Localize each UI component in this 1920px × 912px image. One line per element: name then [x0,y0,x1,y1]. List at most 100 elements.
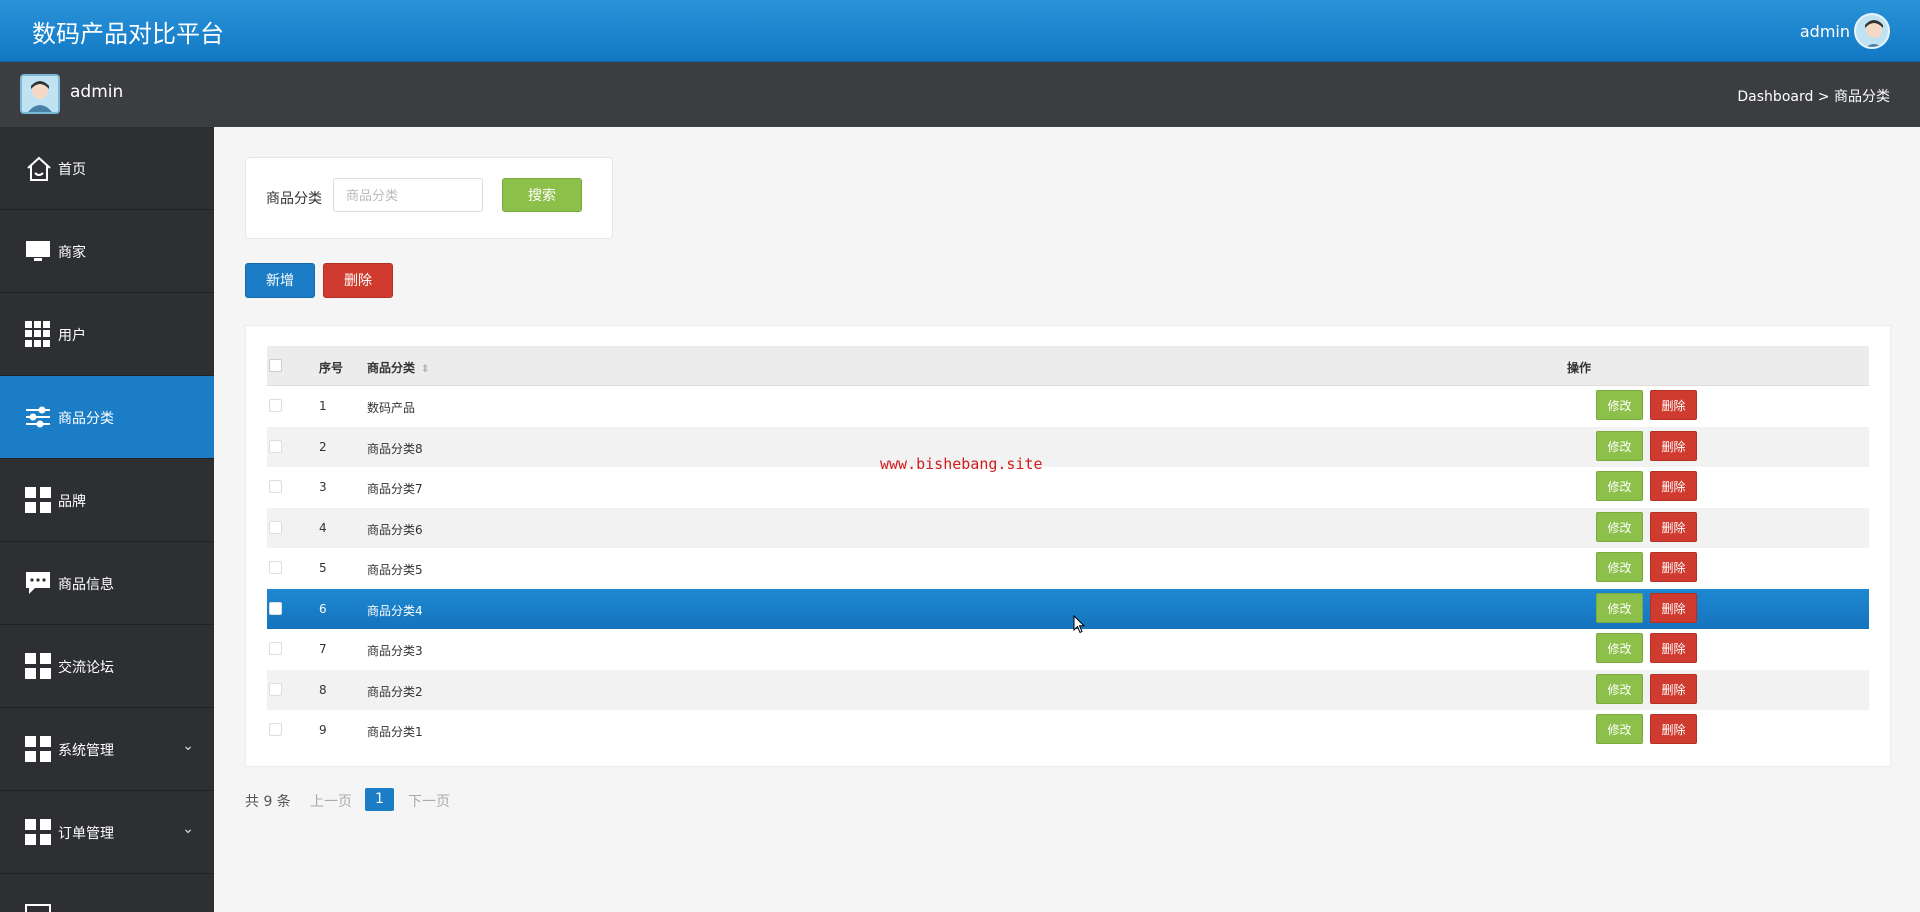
edit-button[interactable]: 修改 [1596,552,1643,582]
sidebar-item-forum[interactable]: 交流论坛 [0,625,214,708]
sidebar-item-partial[interactable] [0,874,214,912]
chat-icon [25,570,51,596]
avatar-icon [1865,20,1883,47]
sidebar-item-label: 商品信息 [58,577,114,593]
sidebar: 首页 商家 用户 商品分类 品牌 商品信息 交流论坛 系统管理 ⌄ 订单管理 ⌄ [0,127,214,912]
header-avatar[interactable] [1854,13,1890,49]
row-delete-button[interactable]: 删除 [1650,390,1697,420]
row-number: 2 [319,439,327,454]
chevron-down-icon: ⌄ [182,821,194,837]
sidebar-item-orders[interactable]: 订单管理 ⌄ [0,791,214,874]
prev-page-button[interactable]: 上一页 [310,791,352,811]
row-checkbox[interactable] [269,520,282,534]
row-delete-button[interactable]: 删除 [1650,430,1697,461]
sidebar-item-label: 用户 [58,328,86,344]
row-number: 7 [319,642,327,656]
sidebar-item-merchant[interactable]: 商家 [0,210,214,293]
edit-button[interactable]: 修改 [1596,592,1643,623]
edit-button[interactable]: 修改 [1596,430,1643,461]
table-row[interactable]: 9 商品分类1 修改 删除 [267,710,1869,750]
next-page-button[interactable]: 下一页 [408,791,450,811]
sidebar-item-label: 订单管理 [58,826,114,842]
row-checkbox[interactable] [269,642,282,655]
sidebar-item-label: 交流论坛 [58,660,114,676]
search-input[interactable] [333,178,483,212]
edit-button[interactable]: 修改 [1596,714,1643,744]
sidebar-avatar [20,74,60,114]
row-delete-button[interactable]: 删除 [1650,714,1697,744]
home-icon [25,155,51,181]
sidebar-item-label: 商品分类 [58,411,114,427]
row-checkbox[interactable] [269,682,282,696]
row-number: 6 [319,601,327,616]
monitor-icon [25,902,51,912]
sidebar-item-system[interactable]: 系统管理 ⌄ [0,708,214,791]
sidebar-item-users[interactable]: 用户 [0,293,214,376]
breadcrumb: Dashboard > 商品分类 [1737,89,1890,105]
header-no: 序号 [319,361,344,375]
sidebar-item-product-info[interactable]: 商品信息 [0,542,214,625]
grid-icon [25,487,51,513]
table-row[interactable]: 2 商品分类8 修改 删除 [267,426,1869,467]
row-checkbox[interactable] [269,561,282,574]
header-name[interactable]: 商品分类 ⇕ [367,359,429,376]
row-checkbox[interactable] [269,723,282,736]
row-number: 8 [319,682,327,697]
row-delete-button[interactable]: 删除 [1650,633,1697,663]
row-category-name: 商品分类7 [367,482,423,496]
row-category-name: 商品分类5 [367,563,423,577]
sidebar-item-product-category[interactable]: 商品分类 [0,376,214,459]
table-row[interactable]: 6 商品分类4 修改 删除 [267,588,1869,629]
row-checkbox[interactable] [269,399,282,412]
add-button[interactable]: 新增 [245,263,315,298]
sliders-icon [25,404,51,430]
table-row[interactable]: 5 商品分类5 修改 删除 [267,548,1869,588]
edit-button[interactable]: 修改 [1596,633,1643,663]
row-category-name: 商品分类2 [367,684,423,699]
row-category-name: 商品分类6 [367,522,423,537]
edit-button[interactable]: 修改 [1596,511,1643,542]
delete-button[interactable]: 删除 [323,263,393,298]
row-category-name: 商品分类1 [367,725,423,739]
edit-button[interactable]: 修改 [1596,471,1643,501]
row-delete-button[interactable]: 删除 [1650,471,1697,501]
row-category-name: 商品分类4 [367,603,423,618]
grid-icon [25,653,51,679]
sort-icon[interactable]: ⇕ [421,364,429,375]
row-number: 5 [319,561,327,575]
sidebar-item-label: 商家 [58,245,86,261]
sidebar-item-brand[interactable]: 品牌 [0,459,214,542]
table-header: 序号 商品分类 ⇕ 操作 [267,346,1869,386]
row-checkbox[interactable] [269,601,282,615]
edit-button[interactable]: 修改 [1596,390,1643,420]
table-row[interactable]: 7 商品分类3 修改 删除 [267,629,1869,669]
sidebar-item-home[interactable]: 首页 [0,127,214,210]
page-number-button[interactable]: 1 [365,788,394,811]
edit-button[interactable]: 修改 [1596,673,1643,704]
search-panel: 商品分类 搜索 [245,157,613,239]
select-all-checkbox[interactable] [269,359,282,372]
table-row[interactable]: 8 商品分类2 修改 删除 [267,669,1869,710]
mouse-cursor-icon [1073,615,1086,634]
app-title: 数码产品对比平台 [32,20,224,48]
row-number: 9 [319,723,327,737]
row-delete-button[interactable]: 删除 [1650,511,1697,542]
grid-icon [25,819,51,845]
row-category-name: 商品分类8 [367,441,423,456]
table-row[interactable]: 3 商品分类7 修改 删除 [267,467,1869,507]
sidebar-user-name: admin [70,82,124,102]
table-row[interactable]: 4 商品分类6 修改 删除 [267,507,1869,548]
search-button[interactable]: 搜索 [502,178,582,212]
row-number: 4 [319,520,327,535]
row-delete-button[interactable]: 删除 [1650,673,1697,704]
row-checkbox[interactable] [269,480,282,493]
chevron-down-icon: ⌄ [182,738,194,754]
sidebar-item-label: 品牌 [58,494,86,510]
sub-bar: admin Dashboard > 商品分类 [0,62,1920,127]
row-delete-button[interactable]: 删除 [1650,592,1697,623]
row-delete-button[interactable]: 删除 [1650,552,1697,582]
table-row[interactable]: 1 数码产品 修改 删除 [267,386,1869,426]
row-checkbox[interactable] [269,439,282,453]
header-user-name[interactable]: admin [1800,22,1850,41]
watermark: www.bishebang.site [880,455,1043,473]
